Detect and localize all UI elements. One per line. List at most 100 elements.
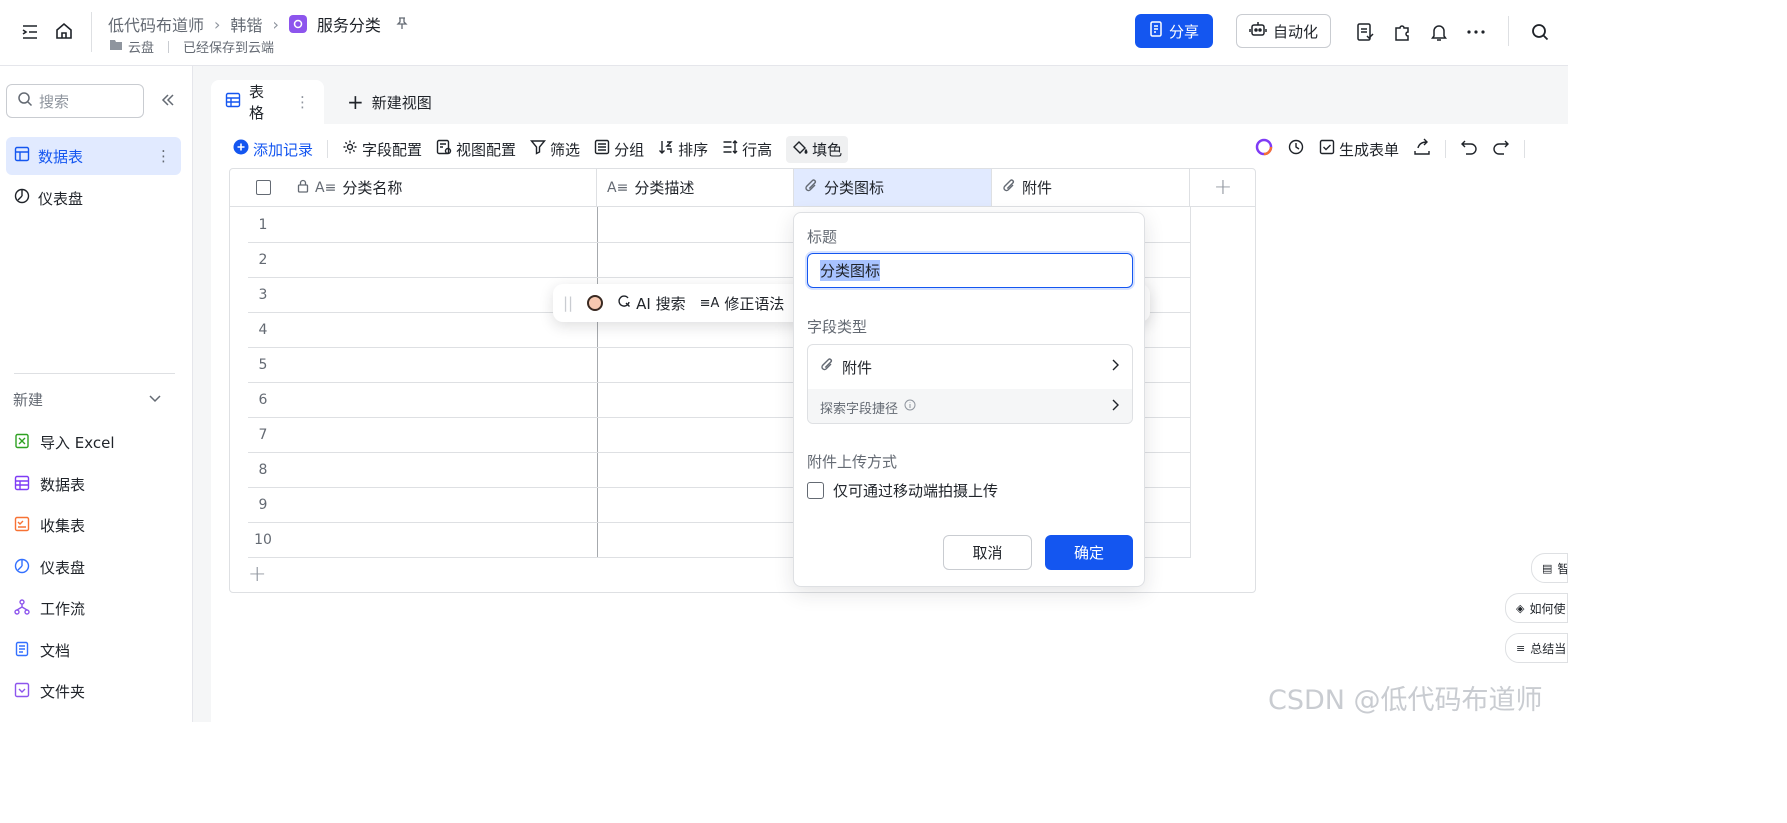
title-input[interactable]: 分类图标 — [807, 253, 1133, 288]
row-number: 6 — [258, 392, 268, 408]
pin-icon[interactable] — [395, 15, 409, 34]
new-item-label: 导入 Excel — [40, 434, 115, 452]
new-workflow[interactable]: 工作流 — [14, 598, 85, 619]
row-height-button[interactable]: 行高 — [722, 139, 772, 160]
sidebar-item-dashboard[interactable]: 仪表盘 — [6, 179, 181, 217]
new-section-header[interactable]: 新建 — [13, 389, 163, 410]
confirm-button[interactable]: 确定 — [1045, 535, 1133, 570]
column-label: 分类描述 — [634, 179, 695, 197]
table-icon — [14, 475, 30, 495]
drag-handle-icon[interactable]: || — [563, 294, 573, 312]
home-icon[interactable] — [54, 21, 74, 41]
column-header-description[interactable]: A≡ 分类描述 — [597, 169, 794, 207]
divider — [1508, 16, 1509, 46]
sidebar-item-datatable[interactable]: 数据表 ⋮ — [6, 137, 181, 175]
group-button[interactable]: 分组 — [594, 139, 644, 160]
breadcrumb-middle[interactable]: 韩锴 — [230, 12, 262, 36]
add-column-button[interactable]: + — [1190, 169, 1256, 207]
add-row-button[interactable]: + — [248, 562, 266, 587]
column-header-name[interactable]: A≡ 分类名称 — [230, 169, 597, 207]
mobile-upload-option[interactable]: 仅可通过移动端拍摄上传 — [807, 480, 998, 501]
fix-grammar-button[interactable]: ≡A 修正语法 — [700, 293, 785, 314]
bell-icon[interactable] — [1429, 22, 1449, 42]
new-item-label: 数据表 — [40, 476, 86, 494]
plugin-icon[interactable] — [1392, 22, 1412, 42]
divider — [91, 12, 92, 52]
chevron-right-icon — [1110, 398, 1120, 416]
new-dashboard[interactable]: 仪表盘 — [14, 557, 85, 578]
checkbox[interactable] — [256, 180, 271, 195]
filter-button[interactable]: 筛选 — [530, 139, 580, 160]
undo-icon[interactable] — [1460, 138, 1478, 160]
column-header-icon[interactable]: 分类图标 — [794, 169, 992, 207]
tab-label: 表格 — [249, 83, 265, 122]
new-datatable[interactable]: 数据表 — [14, 474, 85, 495]
robot-icon — [1249, 21, 1267, 41]
cancel-button[interactable]: 取消 — [943, 535, 1032, 570]
sidebar-search-input[interactable]: 搜索 — [6, 84, 144, 118]
tab-label: 新建视图 — [371, 93, 432, 112]
chevron-down-icon — [147, 390, 163, 410]
add-record-button[interactable]: 添加记录 — [233, 139, 313, 160]
new-import-excel[interactable]: 导入 Excel — [14, 432, 115, 453]
fill-color-label: 填色 — [812, 140, 843, 159]
workflow-icon — [14, 598, 30, 619]
breadcrumb: 低代码布道师 › 韩锴 › 服务分类 — [108, 12, 409, 36]
more-vertical-icon[interactable]: ⋮ — [295, 93, 310, 111]
row-number: 10 — [254, 532, 272, 548]
ai-search-label: AI 搜索 — [636, 294, 686, 313]
generate-form-label: 生成表单 — [1339, 140, 1400, 159]
float-chip[interactable]: ▤ 智 — [1531, 553, 1568, 583]
collapse-icon[interactable] — [160, 92, 176, 112]
column-header-attachment[interactable]: 附件 — [992, 169, 1190, 207]
new-item-label: 收集表 — [40, 517, 86, 535]
new-form[interactable]: 收集表 — [14, 515, 85, 536]
new-folder[interactable]: 文件夹 — [14, 681, 85, 702]
location-label[interactable]: 云盘 — [128, 37, 154, 56]
field-config-button[interactable]: 字段配置 — [342, 139, 422, 160]
sort-button[interactable]: 排序 — [658, 139, 708, 160]
toolbar-right: 生成表单 — [1255, 136, 1526, 162]
checkbox-icon — [1319, 139, 1335, 159]
new-document[interactable]: 文档 — [14, 640, 70, 661]
float-chip-label: 如何使 — [1529, 601, 1566, 616]
view-config-button[interactable]: 视图配置 — [436, 139, 516, 160]
grammar-icon: ≡A — [699, 295, 720, 311]
explore-shortcuts[interactable]: 探索字段捷径 — [808, 389, 1132, 423]
field-type-box: 附件 探索字段捷径 — [807, 344, 1133, 424]
float-chip[interactable]: ≡ 总结当 — [1505, 633, 1568, 663]
checkbox[interactable] — [807, 482, 824, 499]
share-button[interactable]: 分享 — [1135, 14, 1214, 48]
save-status: 已经保存到云端 — [183, 41, 275, 56]
document-icon[interactable] — [1355, 22, 1375, 42]
tab-table[interactable]: 表格 ⋮ — [211, 80, 324, 124]
float-chip[interactable]: ◈ 如何使 — [1505, 593, 1568, 623]
breadcrumb-current[interactable]: 服务分类 — [317, 12, 381, 36]
tab-new-view[interactable]: + 新建视图 — [333, 80, 446, 124]
breadcrumb-root[interactable]: 低代码布道师 — [108, 12, 204, 36]
float-chip-label: 总结当 — [1530, 641, 1567, 656]
new-item-label: 文件夹 — [40, 683, 86, 701]
generate-form-button[interactable]: 生成表单 — [1319, 139, 1399, 160]
more-icon[interactable] — [1466, 22, 1486, 42]
sidebar-toggle-icon[interactable] — [20, 22, 40, 42]
base-icon — [288, 15, 307, 33]
view-settings-icon — [436, 139, 452, 159]
search-icon[interactable] — [1530, 22, 1550, 42]
fill-color-button[interactable]: 填色 — [786, 135, 849, 163]
automation-button[interactable]: 自动化 — [1236, 14, 1332, 48]
search-icon — [17, 91, 33, 111]
group-label: 分组 — [614, 140, 645, 159]
ai-search-button[interactable]: AI 搜索 — [617, 293, 686, 314]
field-type-select[interactable]: 附件 — [808, 345, 1132, 389]
history-icon[interactable] — [1287, 138, 1305, 160]
divider — [327, 140, 329, 158]
redo-icon[interactable] — [1492, 138, 1510, 160]
sort-label: 排序 — [678, 140, 709, 159]
share-out-icon[interactable] — [1413, 138, 1431, 160]
ai-assistant-icon[interactable] — [1255, 138, 1273, 160]
explore-label: 探索字段捷径 — [820, 401, 899, 417]
more-vertical-icon[interactable]: ⋮ — [156, 147, 171, 165]
new-item-label: 文档 — [40, 642, 71, 660]
avatar[interactable] — [587, 295, 604, 311]
